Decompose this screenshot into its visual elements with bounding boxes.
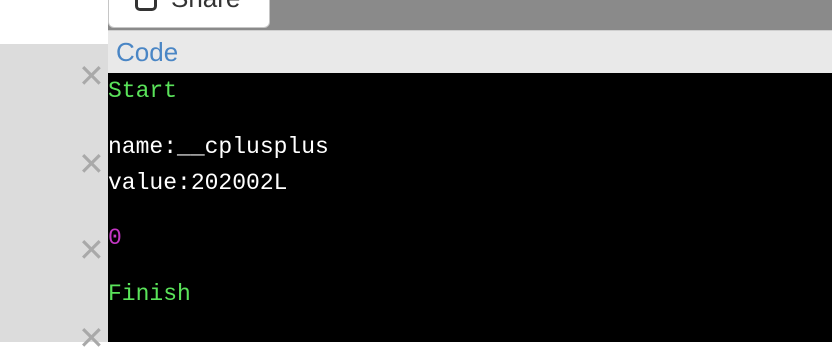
output-finish: Finish <box>108 281 191 307</box>
code-tab[interactable]: Code <box>116 37 178 67</box>
code-panel-header: Code <box>108 30 832 73</box>
close-icon[interactable]: ✕ <box>78 148 105 180</box>
output-name: name:__cplusplus <box>108 134 329 160</box>
output-console: Start name:__cplusplus value:202002L 0 F… <box>108 73 832 342</box>
output-start: Start <box>108 78 178 104</box>
close-icon[interactable]: ✕ <box>78 60 105 92</box>
page-background <box>0 0 108 44</box>
share-icon <box>135 0 157 11</box>
close-icon[interactable]: ✕ <box>78 322 105 354</box>
output-value: value:202002L <box>108 170 288 196</box>
close-icon[interactable]: ✕ <box>78 234 105 266</box>
left-gutter: ✕ ✕ ✕ ✕ <box>0 44 108 354</box>
share-label: Share <box>171 0 240 13</box>
output-result: 0 <box>108 225 122 251</box>
share-button[interactable]: Share <box>108 0 270 28</box>
